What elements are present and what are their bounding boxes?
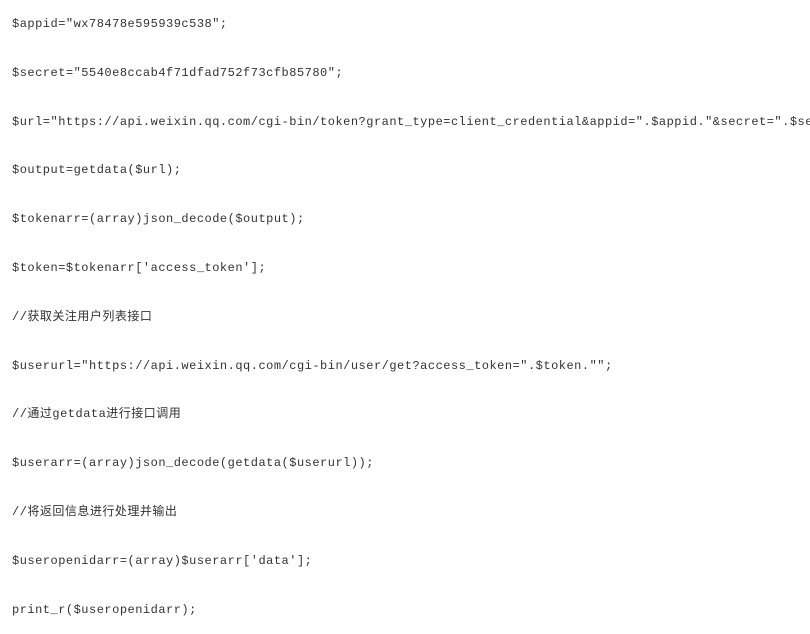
code-line: $secret="5540e8ccab4f71dfad752f73cfb8578… [12,65,798,82]
code-line: $userarr=(array)json_decode(getdata($use… [12,455,798,472]
code-line: $url="https://api.weixin.qq.com/cgi-bin/… [12,114,798,131]
code-line: $userurl="https://api.weixin.qq.com/cgi-… [12,358,798,375]
code-line: //获取关注用户列表接口 [12,309,798,326]
code-line: //将返回信息进行处理并输出 [12,504,798,521]
code-block: $appid="wx78478e595939c538"; $secret="55… [12,16,798,618]
code-line: //通过getdata进行接口调用 [12,406,798,423]
code-line: $useropenidarr=(array)$userarr['data']; [12,553,798,570]
code-line: $appid="wx78478e595939c538"; [12,16,798,33]
code-line: $tokenarr=(array)json_decode($output); [12,211,798,228]
code-line: print_r($useropenidarr); [12,602,798,619]
code-line: $output=getdata($url); [12,162,798,179]
code-line: $token=$tokenarr['access_token']; [12,260,798,277]
